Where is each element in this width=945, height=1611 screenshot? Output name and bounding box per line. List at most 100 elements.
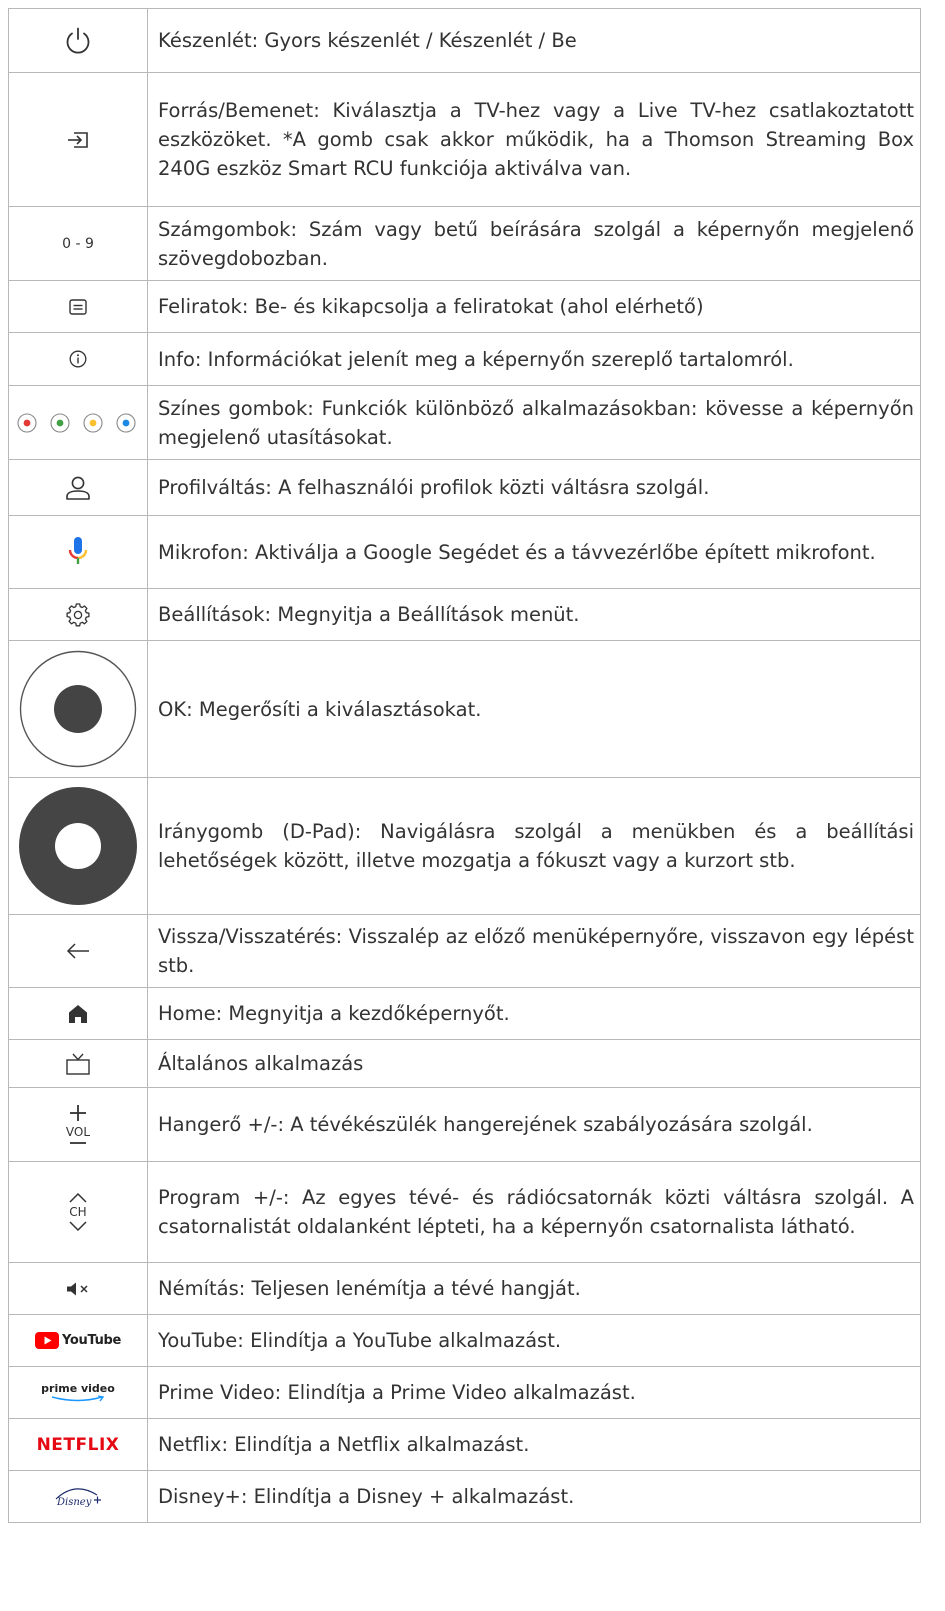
description-cell: Készenlét: Gyors készenlét / Készenlét /… xyxy=(148,9,921,72)
icon-cell: YouTube xyxy=(9,1315,148,1366)
icon-cell xyxy=(9,1040,148,1087)
table-row: YouTube YouTube: Elindítja a YouTube alk… xyxy=(9,1315,921,1367)
table-row: 0 - 9 Számgombok: Szám vagy betű beírásá… xyxy=(9,207,921,281)
table-row: CH Program +/-: Az egyes tévé- és rádióc… xyxy=(9,1162,921,1263)
description-cell: Netflix: Elindítja a Netflix alkalmazást… xyxy=(148,1419,921,1470)
power-icon xyxy=(66,27,90,54)
description-cell: Feliratok: Be- és kikapcsolja a felirato… xyxy=(148,281,921,332)
table-row: prime video Prime Video: Elindítja a Pri… xyxy=(9,1367,921,1419)
table-row: Feliratok: Be- és kikapcsolja a felirato… xyxy=(9,281,921,333)
table-row: Profilváltás: A felhasználói profilok kö… xyxy=(9,460,921,516)
table-row: Némítás: Teljesen lenémítja a tévé hangj… xyxy=(9,1263,921,1315)
icon-cell xyxy=(9,778,148,914)
gear-icon xyxy=(66,602,90,626)
row-text: Beállítások: Megnyitja a Beállítások men… xyxy=(158,603,580,626)
channel-icon: CH xyxy=(69,1193,87,1231)
row-text: Prime Video: Elindítja a Prime Video alk… xyxy=(158,1381,636,1404)
row-text: Info: Információkat jelenít meg a képern… xyxy=(158,347,794,371)
youtube-wordmark: YouTube xyxy=(61,1333,122,1348)
input-icon xyxy=(68,131,88,148)
row-text: Általános alkalmazás xyxy=(158,1052,364,1075)
icon-cell xyxy=(9,516,148,588)
description-cell: Számgombok: Szám vagy betű beírására szo… xyxy=(148,207,921,280)
description-cell: Profilváltás: A felhasználói profilok kö… xyxy=(148,460,921,515)
table-row: Mikrofon: Aktiválja a Google Segédet és … xyxy=(9,516,921,589)
icon-cell: Disney xyxy=(9,1471,148,1522)
icon-cell: prime video xyxy=(9,1367,148,1418)
tv-app-icon xyxy=(66,1053,90,1075)
icon-cell xyxy=(9,641,148,777)
row-text: OK: Megerősíti a kiválasztásokat. xyxy=(158,697,482,721)
icon-cell xyxy=(9,333,148,385)
dpad-icon xyxy=(19,787,137,905)
description-cell: Iránygomb (D-Pad): Navigálásra szolgál a… xyxy=(148,778,921,914)
youtube-play-icon xyxy=(34,1332,59,1349)
description-cell: Hangerő +/-: A tévékészülék hangerejének… xyxy=(148,1088,921,1161)
channel-label: CH xyxy=(69,1205,87,1219)
row-text: Színes gombok: Funkciók különböző alkalm… xyxy=(158,396,914,449)
remote-buttons-table: Készenlét: Gyors készenlét / Készenlét /… xyxy=(8,8,921,1523)
volume-label: VOL xyxy=(65,1125,91,1139)
description-cell: Némítás: Teljesen lenémítja a tévé hangj… xyxy=(148,1263,921,1314)
description-cell: YouTube: Elindítja a YouTube alkalmazást… xyxy=(148,1315,921,1366)
icon-cell xyxy=(9,9,148,72)
microphone-icon xyxy=(68,537,88,564)
mute-icon xyxy=(67,1282,88,1295)
row-text: Netflix: Elindítja a Netflix alkalmazást… xyxy=(158,1433,530,1456)
icon-cell xyxy=(9,589,148,640)
disney-plus-logo: Disney xyxy=(55,1487,101,1508)
table-row: Home: Megnyitja a kezdőképernyőt. xyxy=(9,988,921,1040)
row-text: Némítás: Teljesen lenémítja a tévé hangj… xyxy=(158,1277,581,1300)
row-text: Készenlét: Gyors készenlét / Készenlét /… xyxy=(158,29,577,52)
table-row: VOL Hangerő +/-: A tévékészülék hangerej… xyxy=(9,1088,921,1162)
icon-cell: 0 - 9 xyxy=(9,207,148,280)
row-text: Mikrofon: Aktiválja a Google Segédet és … xyxy=(158,540,876,564)
plus-icon xyxy=(69,1105,86,1121)
description-cell: Prime Video: Elindítja a Prime Video alk… xyxy=(148,1367,921,1418)
row-text: YouTube: Elindítja a YouTube alkalmazást… xyxy=(158,1329,562,1352)
table-row: OK: Megerősíti a kiválasztásokat. xyxy=(9,641,921,778)
prime-video-logo: prime video xyxy=(41,1381,115,1403)
row-text: Disney+: Elindítja a Disney + alkalmazás… xyxy=(158,1485,575,1508)
prime-video-wordmark: prime video xyxy=(41,1381,115,1395)
subtitles-icon xyxy=(69,298,87,315)
table-row: Készenlét: Gyors készenlét / Készenlét /… xyxy=(9,9,921,73)
row-text: Forrás/Bemenet: Kiválasztja a TV-hez vag… xyxy=(158,99,914,180)
youtube-logo: YouTube xyxy=(34,1332,122,1349)
description-cell: Színes gombok: Funkciók különböző alkalm… xyxy=(148,386,921,459)
table-row: Disney Disney+: Elindítja a Disney + alk… xyxy=(9,1471,921,1523)
icon-cell: NETFLIX xyxy=(9,1419,148,1470)
table-row: Forrás/Bemenet: Kiválasztja a TV-hez vag… xyxy=(9,73,921,207)
table-row: Színes gombok: Funkciók különböző alkalm… xyxy=(9,386,921,460)
description-cell: Home: Megnyitja a kezdőképernyőt. xyxy=(148,988,921,1039)
table-row: Általános alkalmazás xyxy=(9,1040,921,1088)
description-cell: Mikrofon: Aktiválja a Google Segédet és … xyxy=(148,516,921,588)
description-cell: Beállítások: Megnyitja a Beállítások men… xyxy=(148,589,921,640)
home-icon xyxy=(69,1004,87,1023)
table-row: Vissza/Visszatérés: Visszalép az előző m… xyxy=(9,915,921,988)
description-cell: Info: Információkat jelenít meg a képern… xyxy=(148,333,921,385)
row-text: Home: Megnyitja a kezdőképernyőt. xyxy=(158,1002,510,1025)
back-arrow-icon xyxy=(66,943,89,959)
row-text: Feliratok: Be- és kikapcsolja a felirato… xyxy=(158,295,704,318)
minus-icon xyxy=(69,1142,86,1144)
icon-cell xyxy=(9,460,148,515)
netflix-logo: NETFLIX xyxy=(36,1434,120,1455)
row-text: Hangerő +/-: A tévékészülék hangerejének… xyxy=(158,1113,813,1136)
description-cell: Program +/-: Az egyes tévé- és rádiócsat… xyxy=(148,1162,921,1262)
icon-cell xyxy=(9,73,148,206)
table-row: Beállítások: Megnyitja a Beállítások men… xyxy=(9,589,921,641)
table-row: Info: Információkat jelenít meg a képern… xyxy=(9,333,921,386)
prime-smile-icon xyxy=(51,1394,105,1401)
description-cell: OK: Megerősíti a kiválasztásokat. xyxy=(148,641,921,777)
profile-icon xyxy=(66,476,90,500)
volume-icon: VOL xyxy=(66,1104,90,1145)
row-text: Számgombok: Szám vagy betű beírására szo… xyxy=(158,217,914,270)
icon-cell xyxy=(9,386,148,459)
description-cell: Disney+: Elindítja a Disney + alkalmazás… xyxy=(148,1471,921,1522)
svg-text:Disney: Disney xyxy=(56,1497,92,1508)
chevron-down-icon xyxy=(69,1221,87,1231)
ok-button-icon xyxy=(19,650,137,768)
icon-cell xyxy=(9,915,148,987)
table-row: NETFLIX Netflix: Elindítja a Netflix alk… xyxy=(9,1419,921,1471)
